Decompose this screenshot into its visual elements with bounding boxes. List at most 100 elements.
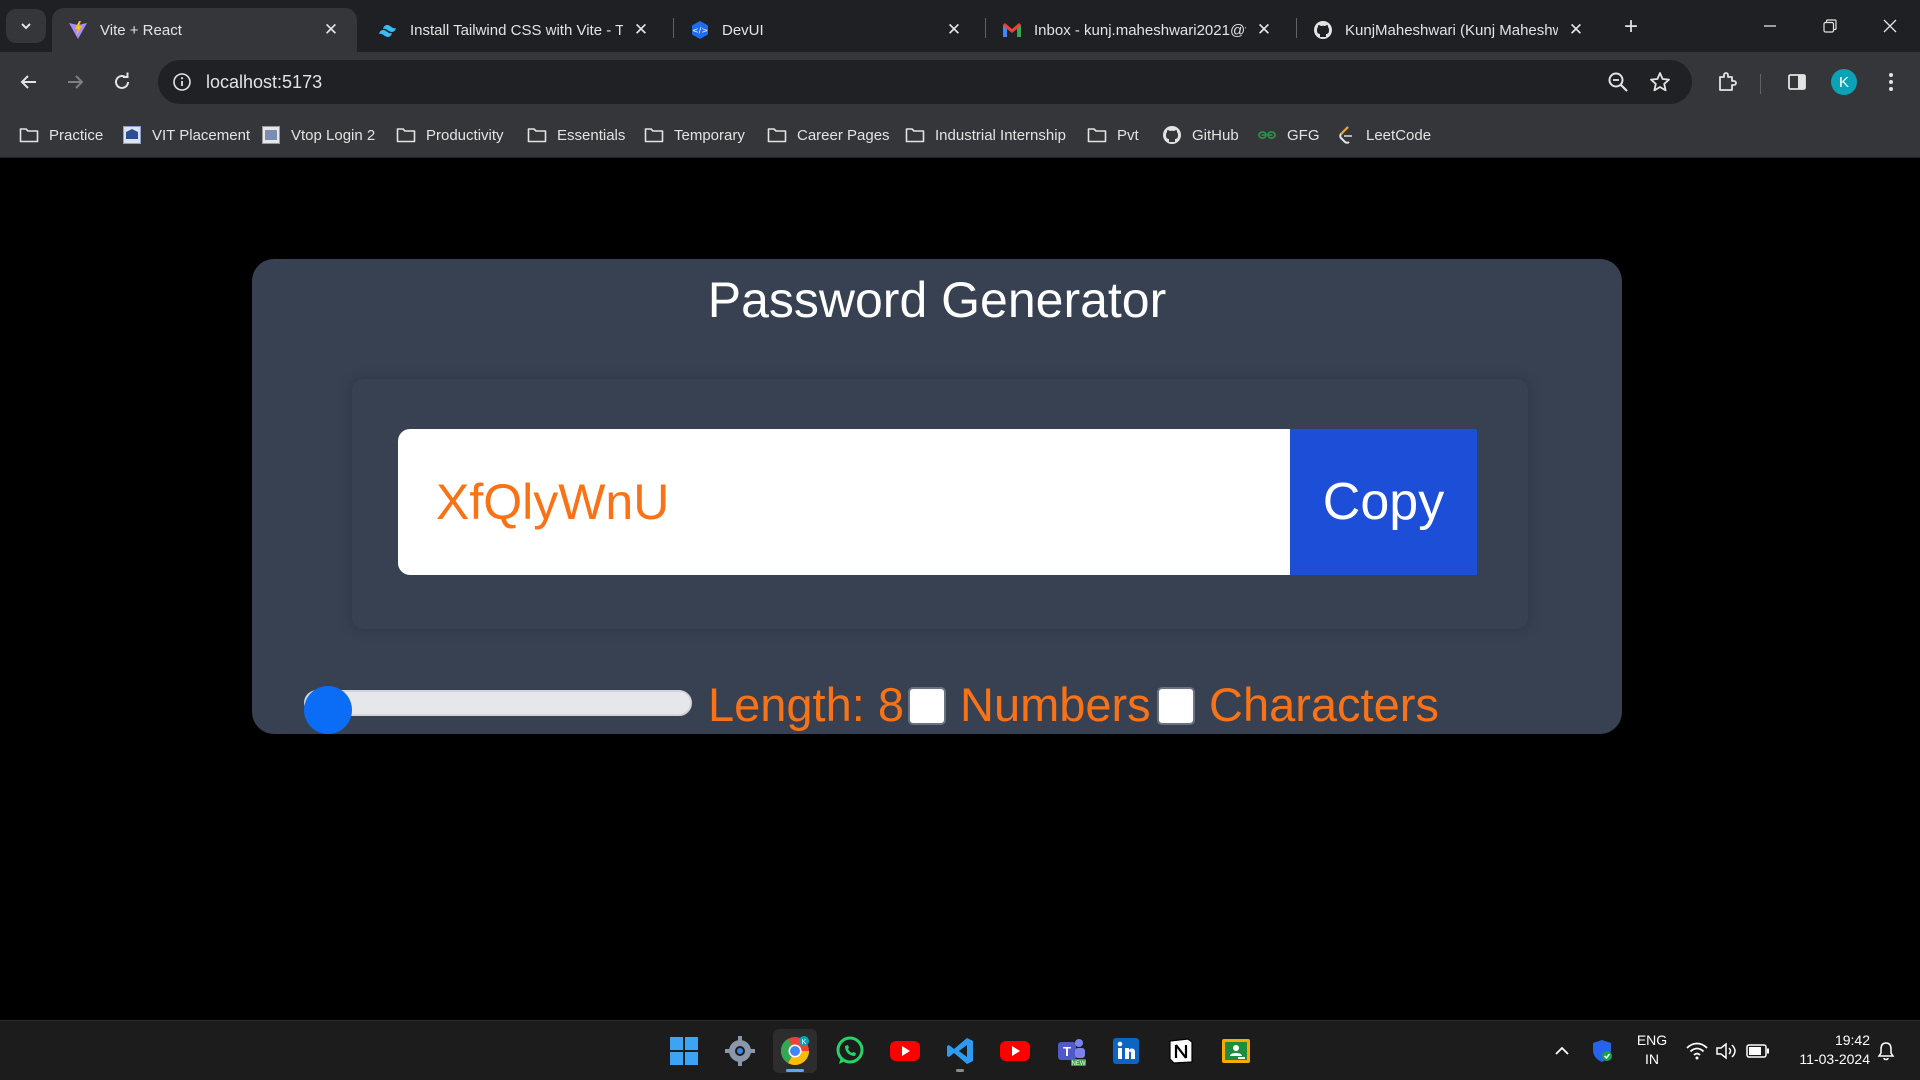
url-text[interactable]: localhost:5173 — [206, 72, 322, 93]
minimize-button[interactable] — [1740, 0, 1800, 52]
tab-gmail-inbox[interactable]: Inbox - kunj.maheshwari2021@vitstu ✕ — [986, 8, 1290, 52]
close-icon[interactable]: ✕ — [321, 20, 341, 40]
tab-devui[interactable]: </> DevUI ✕ — [674, 8, 980, 52]
chevron-up-icon[interactable] — [1550, 1039, 1574, 1063]
browser-menu-button[interactable] — [1873, 64, 1909, 100]
bookmark-productivity[interactable]: Productivity — [396, 122, 504, 148]
wifi-icon[interactable] — [1685, 1039, 1709, 1063]
folder-icon — [396, 125, 416, 145]
clock[interactable]: 19:42 11-03-2024 — [1778, 1031, 1870, 1069]
teams-icon[interactable]: T NEW — [1049, 1029, 1093, 1073]
bookmark-label: Practice — [49, 126, 104, 144]
tab-vite-react[interactable]: Vite + React ✕ — [52, 8, 357, 52]
bookmark-label: VIT Placement — [152, 126, 251, 144]
bookmark-vit-placement[interactable]: VIT Placement — [122, 122, 250, 148]
devui-logo-icon: </> — [690, 20, 710, 40]
tab-tailwind[interactable]: Install Tailwind CSS with Vite - Tailw ✕ — [362, 8, 667, 52]
reload-icon — [115, 72, 129, 89]
github-logo-icon — [1313, 20, 1333, 40]
forward-button[interactable] — [57, 64, 93, 100]
close-window-button[interactable] — [1860, 0, 1920, 52]
copy-button[interactable]: Copy — [1290, 429, 1477, 575]
profile-avatar[interactable]: K — [1831, 69, 1857, 95]
tab-search-button[interactable] — [6, 9, 46, 43]
zoom-icon[interactable] — [1606, 70, 1630, 94]
bookmark-practice[interactable]: Practice — [19, 122, 103, 148]
tab-title: KunjMaheshwari (Kunj Maheshwari) — [1345, 21, 1558, 39]
bookmark-label: LeetCode — [1366, 126, 1432, 144]
clock-time: 19:42 — [1834, 1032, 1870, 1048]
tab-title: Inbox - kunj.maheshwari2021@vitstu — [1034, 21, 1246, 39]
active-indicator — [786, 1069, 804, 1072]
battery-icon[interactable] — [1746, 1039, 1770, 1063]
vscode-icon[interactable] — [938, 1029, 982, 1073]
length-slider[interactable] — [304, 690, 692, 716]
password-field[interactable] — [398, 429, 1290, 575]
github-logo-icon — [1162, 125, 1182, 145]
linkedin-icon[interactable] — [1104, 1029, 1148, 1073]
youtube-icon[interactable] — [993, 1029, 1037, 1073]
chrome-icon[interactable]: K — [773, 1029, 817, 1073]
tab-strip: Vite + React ✕ Install Tailwind CSS with… — [0, 0, 1920, 52]
back-button[interactable] — [11, 64, 47, 100]
new-tab-button[interactable]: + — [1616, 12, 1646, 42]
folder-icon — [19, 125, 39, 145]
bookmark-pvt[interactable]: Pvt — [1087, 122, 1139, 148]
restore-button[interactable] — [1800, 0, 1860, 52]
youtube-icon[interactable] — [883, 1029, 927, 1073]
side-panel-icon — [1788, 74, 1806, 90]
close-icon — [1883, 19, 1897, 33]
language-line-2: IN — [1645, 1051, 1659, 1067]
leetcode-logo-icon — [1336, 125, 1356, 145]
security-shield-icon[interactable] — [1590, 1039, 1614, 1063]
browser-toolbar: localhost:5173 K — [0, 52, 1920, 112]
language-indicator[interactable]: ENG IN — [1632, 1031, 1672, 1069]
tab-github-profile[interactable]: KunjMaheshwari (Kunj Maheshwari) ✕ — [1297, 8, 1602, 52]
vite-logo-icon — [68, 20, 88, 40]
bookmark-gfg[interactable]: GFG — [1257, 122, 1320, 148]
close-icon[interactable]: ✕ — [944, 20, 964, 40]
close-icon[interactable]: ✕ — [631, 20, 651, 40]
arrow-right-icon — [68, 75, 84, 89]
page-title: Password Generator — [707, 272, 1167, 328]
close-icon[interactable]: ✕ — [1254, 20, 1274, 40]
extensions-button[interactable] — [1709, 64, 1745, 100]
bookmark-temporary[interactable]: Temporary — [644, 122, 745, 148]
svg-text:NEW: NEW — [1072, 1061, 1086, 1067]
site-info-icon[interactable] — [168, 68, 196, 96]
bookmark-vtop-login[interactable]: Vtop Login 2 — [261, 122, 375, 148]
length-label: Length: 8 — [708, 678, 905, 731]
password-generator-card: Password Generator Copy Length: 8 Number… — [252, 259, 1622, 734]
google-classroom-icon[interactable] — [1214, 1029, 1258, 1073]
characters-label: Characters — [1209, 678, 1439, 731]
length-slider-thumb[interactable] — [304, 686, 352, 734]
characters-checkbox[interactable] — [1157, 687, 1195, 725]
bookmark-industrial-internship[interactable]: Industrial Internship — [905, 122, 1066, 148]
address-bar[interactable]: localhost:5173 — [158, 60, 1692, 104]
bookmark-label: Pvt — [1117, 126, 1139, 144]
volume-icon[interactable] — [1714, 1039, 1738, 1063]
tab-title: Install Tailwind CSS with Vite - Tailw — [410, 21, 623, 39]
tab-title: DevUI — [722, 21, 764, 39]
close-icon[interactable]: ✕ — [1566, 20, 1586, 40]
bookmark-career-pages[interactable]: Career Pages — [767, 122, 890, 148]
bookmark-star-icon[interactable] — [1648, 70, 1672, 94]
notion-icon[interactable] — [1159, 1029, 1203, 1073]
windows-taskbar: K T NEW ENG IN 19:42 11-03-2024 — [0, 1020, 1920, 1080]
whatsapp-icon[interactable] — [828, 1029, 872, 1073]
bookmark-essentials[interactable]: Essentials — [527, 122, 625, 148]
side-panel-button[interactable] — [1779, 64, 1815, 100]
windows-start-icon[interactable] — [662, 1029, 706, 1073]
notification-bell-icon[interactable] — [1874, 1039, 1898, 1063]
settings-icon[interactable] — [718, 1029, 762, 1073]
more-vertical-icon — [1889, 73, 1893, 91]
bookmark-github[interactable]: GitHub — [1162, 122, 1239, 148]
bookmark-label: Productivity — [426, 126, 504, 144]
bookmark-leetcode[interactable]: LeetCode — [1336, 122, 1431, 148]
reload-button[interactable] — [104, 64, 140, 100]
numbers-label: Numbers — [960, 678, 1151, 731]
toolbar-divider — [1760, 74, 1761, 94]
arrow-left-icon — [20, 75, 36, 89]
numbers-checkbox[interactable] — [908, 687, 946, 725]
page-viewport: Password Generator Copy Length: 8 Number… — [0, 159, 1920, 1020]
